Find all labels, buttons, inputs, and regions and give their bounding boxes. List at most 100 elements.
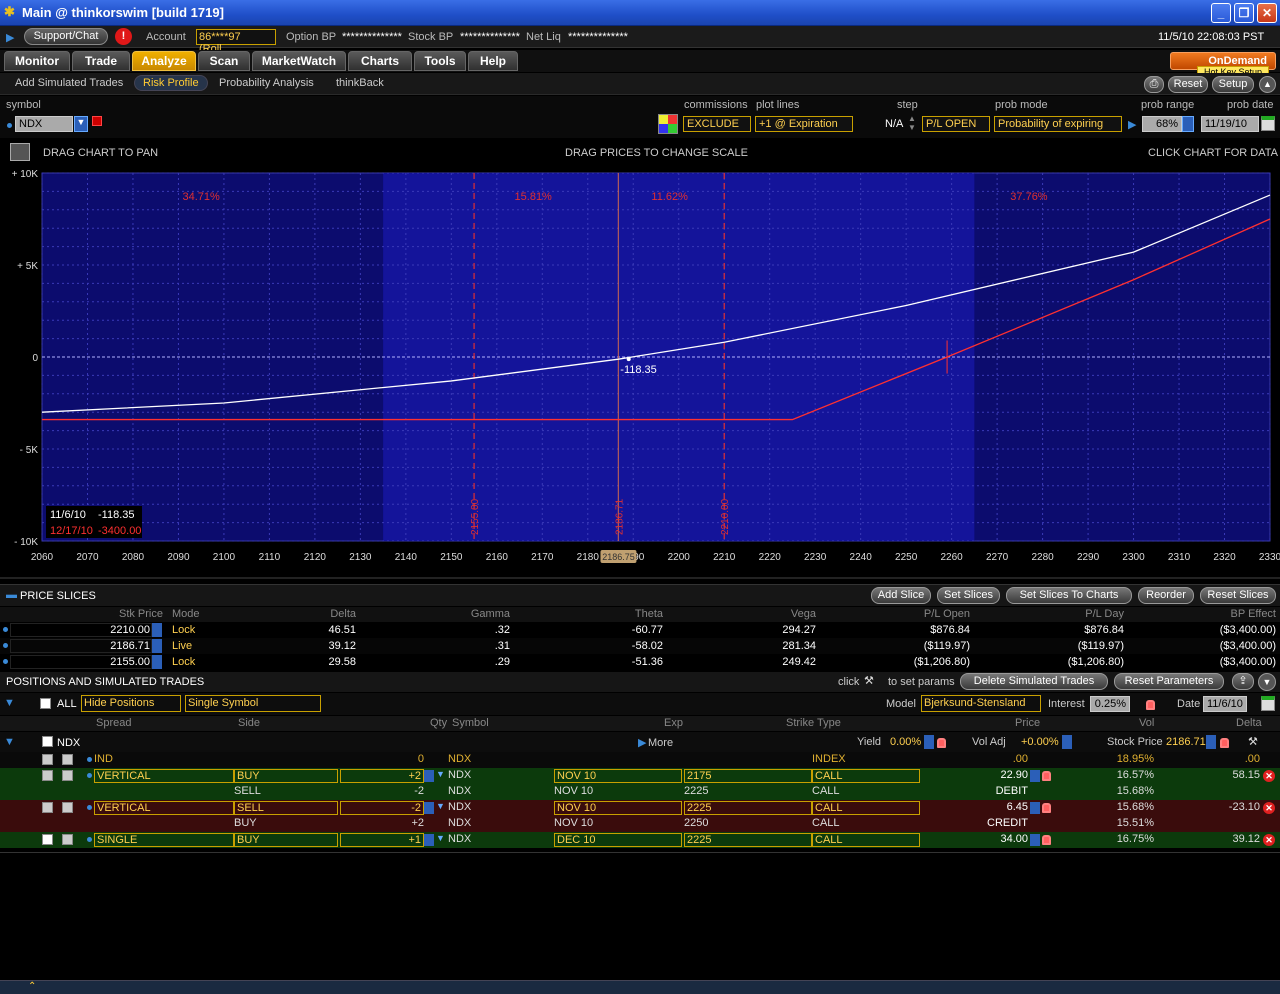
maximize-button[interactable]: ❐ [1234, 3, 1254, 23]
position-spread[interactable]: VERTICAL [94, 769, 234, 783]
position-exp[interactable]: NOV 10 [554, 801, 682, 815]
prob-range-spinner-icon[interactable] [1182, 116, 1194, 132]
filter-collapse-icon[interactable]: ▼ [4, 697, 15, 709]
position-type[interactable]: CALL [812, 785, 920, 799]
interest-input[interactable]: 0.25% [1090, 696, 1130, 712]
position-side[interactable]: BUY [234, 817, 338, 831]
subtab-add-simulated-trades[interactable]: Add Simulated Trades [15, 77, 123, 89]
position-price[interactable]: 34.00 [920, 833, 1028, 847]
all-checkbox[interactable] [40, 698, 51, 709]
tab-analyze[interactable]: Analyze [132, 51, 196, 71]
position-row[interactable]: SINGLE BUY +1 ▼ NDX DEC 10 2225 CALL 34.00 16.75%… [0, 832, 1280, 848]
position-exp[interactable]: NOV 10 [554, 769, 682, 783]
symbol-input[interactable]: NDX [15, 116, 73, 132]
slice-spinner-icon[interactable] [152, 639, 162, 653]
remove-position-icon[interactable]: ✕ [1263, 770, 1275, 782]
qty-spinner-icon[interactable] [424, 770, 434, 782]
hide-positions-select[interactable]: Hide Positions [81, 695, 181, 712]
remove-position-icon[interactable]: ✕ [1263, 834, 1275, 846]
positions-collapse-icon[interactable]: ▼ [1258, 673, 1276, 691]
stock-price-spinner-icon[interactable] [1206, 735, 1216, 749]
slice-cell[interactable]: Live [172, 640, 222, 652]
more-arrow-icon[interactable]: ▶ [638, 736, 646, 749]
print-icon[interactable]: ⎙ [1144, 76, 1164, 93]
reset-button[interactable]: Reset [1168, 76, 1208, 93]
date-calendar-icon[interactable] [1261, 696, 1275, 711]
position-price[interactable]: 22.90 [920, 769, 1028, 783]
yield-spinner-icon[interactable] [924, 735, 934, 749]
expand-up-icon[interactable]: ⌃ [28, 981, 36, 992]
slice-cell[interactable]: Lock [172, 656, 222, 668]
position-price[interactable]: CREDIT [920, 817, 1028, 831]
position-exp[interactable]: NOV 10 [554, 785, 682, 799]
position-strike[interactable]: 2175 [684, 769, 812, 783]
group-wrench-icon[interactable]: ⚒ [1248, 735, 1258, 748]
tab-marketwatch[interactable]: MarketWatch [252, 51, 346, 71]
single-symbol-select[interactable]: Single Symbol [185, 695, 321, 712]
position-checkbox[interactable] [42, 802, 53, 813]
position-strike[interactable]: 2225 [684, 833, 812, 847]
position-qty[interactable]: +2 [340, 817, 424, 831]
position-spread[interactable]: VERTICAL [94, 801, 234, 815]
stock-price-lock-icon[interactable] [1220, 738, 1229, 748]
group-checkbox[interactable] [42, 736, 53, 747]
close-button[interactable]: ✕ [1257, 3, 1277, 23]
position-type[interactable]: CALL [812, 833, 920, 847]
position-strike[interactable]: 2225 [684, 801, 812, 815]
tab-tools[interactable]: Tools [414, 51, 466, 71]
slice-row[interactable]: 2186.71 Live 39.12 .31 -58.02 281.34 ($119.97)… [0, 638, 1280, 654]
price-spinner-icon[interactable] [1030, 802, 1040, 814]
position-qty[interactable]: -2 [340, 785, 424, 799]
position-qty[interactable]: 0 [340, 753, 424, 767]
collapse-icon[interactable]: ▲ [1259, 76, 1276, 93]
stock-price-value[interactable]: 2186.71 [1166, 736, 1206, 748]
reset-parameters-button[interactable]: Reset Parameters [1114, 673, 1224, 690]
position-side[interactable]: BUY [234, 833, 338, 847]
minimize-button[interactable]: _ [1211, 3, 1231, 23]
position-side[interactable]: SELL [234, 801, 338, 815]
qty-dropdown-icon[interactable]: ▼ [436, 833, 445, 843]
symbol-dropdown-icon[interactable]: ▼ [74, 116, 88, 132]
vol-adj-spinner-icon[interactable] [1062, 735, 1072, 749]
price-lock-icon[interactable] [1042, 803, 1051, 813]
tab-scan[interactable]: Scan [198, 51, 250, 71]
subtab-thinkback[interactable]: thinkBack [336, 77, 384, 89]
position-row[interactable]: VERTICAL BUY +2 ▼ NDX NOV 10 2175 CALL 22.90 16.5… [0, 768, 1280, 784]
price-lock-icon[interactable] [1042, 771, 1051, 781]
position-exp[interactable]: DEC 10 [554, 833, 682, 847]
position-spread[interactable]: SINGLE [94, 833, 234, 847]
position-price[interactable]: 6.45 [920, 801, 1028, 815]
date-input[interactable]: 11/6/10 [1203, 696, 1247, 712]
position-sim-checkbox[interactable] [62, 754, 73, 765]
slice-spinner-icon[interactable] [152, 623, 162, 637]
commissions-select[interactable]: EXCLUDE [683, 116, 751, 132]
tab-charts[interactable]: Charts [348, 51, 412, 71]
price-lock-icon[interactable] [1042, 835, 1051, 845]
alert-icon[interactable]: ! [115, 28, 132, 45]
qty-dropdown-icon[interactable]: ▼ [436, 769, 445, 779]
position-spread[interactable]: IND [94, 753, 234, 767]
position-side[interactable]: SELL [234, 785, 338, 799]
position-type[interactable]: CALL [812, 769, 920, 783]
prob-arrow-icon[interactable]: ▶ [1128, 118, 1136, 131]
interest-lock-icon[interactable] [1146, 700, 1155, 710]
account-selector[interactable]: 86****97 (Roll... [196, 29, 276, 55]
step-spinner-icon[interactable]: ▲ ▼ [908, 114, 916, 132]
set-slices-to-charts-button[interactable]: Set Slices To Charts [1006, 587, 1132, 604]
yield-lock-icon[interactable] [937, 738, 946, 748]
subtab-probability-analysis[interactable]: Probability Analysis [219, 77, 314, 89]
qty-dropdown-icon[interactable]: ▼ [436, 801, 445, 811]
remove-position-icon[interactable]: ✕ [1263, 802, 1275, 814]
position-side[interactable]: BUY [234, 769, 338, 783]
position-exp[interactable]: NOV 10 [554, 817, 682, 831]
slices-collapse-icon[interactable]: ▬ [6, 589, 17, 601]
price-spinner-icon[interactable] [1030, 770, 1040, 782]
position-type[interactable]: CALL [812, 817, 920, 831]
position-row[interactable]: SELL -2 NDX NOV 10 2225 CALL DEBIT 15.68% [0, 784, 1280, 800]
risk-profile-svg[interactable]: + 10K + 5K 0 - 5K - 10K 2060 2070 2080 2090 2100 2… [0, 168, 1280, 580]
prob-date-input[interactable]: 11/19/10 [1201, 116, 1259, 132]
symbol-link-icon[interactable] [92, 116, 102, 126]
qty-spinner-icon[interactable] [424, 802, 434, 814]
prob-mode-select[interactable]: Probability of expiring [994, 116, 1122, 132]
qty-spinner-icon[interactable] [424, 834, 434, 846]
